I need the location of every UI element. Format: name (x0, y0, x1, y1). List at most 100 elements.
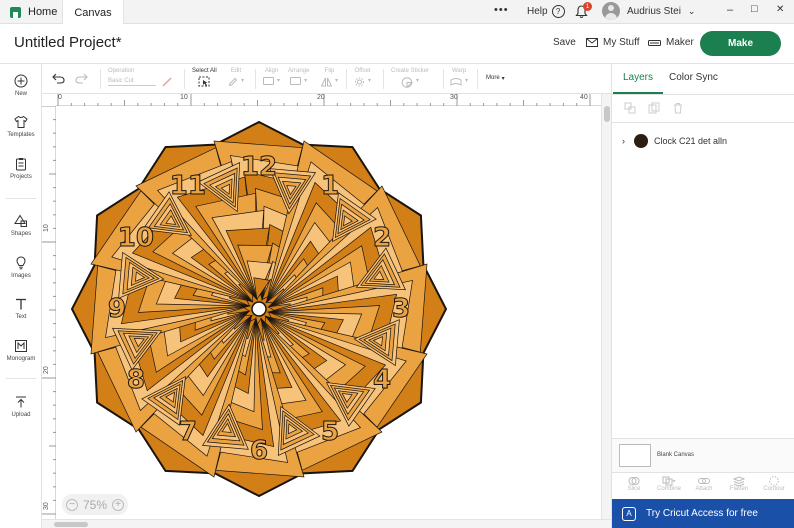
ruler-top-label: 0 (58, 94, 62, 101)
zoom-in-button[interactable]: + (112, 498, 124, 511)
blank-canvas-row[interactable]: Blank Canvas (612, 438, 794, 472)
flip-button[interactable]: Flip ▾ (321, 68, 338, 87)
toolbar-divider (255, 69, 256, 89)
sidebar-item-images[interactable]: Images (0, 256, 42, 279)
clock-mandala-design[interactable]: 121234567891011 (57, 107, 601, 519)
sidebar-item-label: Templates (7, 132, 35, 138)
warp-button[interactable]: Warp ▾ (450, 68, 468, 87)
ruler-left: 10 20 30 (42, 106, 56, 528)
save-button[interactable]: Save (553, 37, 576, 48)
ruler-left-label: 30 (43, 502, 50, 510)
tab-canvas[interactable]: Canvas (62, 0, 124, 25)
toolbar-divider (383, 69, 384, 89)
operation-control[interactable]: Operation Basic Cut (108, 68, 172, 87)
duplicate-icon[interactable] (648, 102, 660, 114)
redo-icon[interactable] (75, 73, 88, 84)
warp-icon (450, 78, 462, 86)
vertical-scroll-thumb[interactable] (604, 106, 610, 122)
tab-color-sync[interactable]: Color Sync (669, 72, 718, 83)
minimize-button[interactable]: – (727, 4, 733, 16)
horizontal-scroll-thumb[interactable] (54, 522, 88, 527)
project-title[interactable]: Untitled Project* (14, 34, 122, 51)
layers-panel: Layers Color Sync › Clock C21 det alln B… (611, 64, 794, 528)
more-label: More (486, 75, 500, 81)
cricut-access-icon: A (622, 506, 636, 521)
flatten-icon (733, 476, 745, 486)
notifications-button[interactable]: 1 (575, 2, 592, 20)
create-sticker-label: Create Sticker (391, 68, 430, 74)
sidebar-item-templates[interactable]: Templates (0, 115, 42, 138)
ruler-top-label: 20 (317, 94, 325, 101)
slice-button[interactable]: Slice (617, 476, 651, 492)
ruler-left-label: 20 (43, 366, 50, 374)
app-tab-bar: Home Canvas ••• Help ? 1 Audrius Stei ⌄ … (0, 0, 794, 25)
text-icon (16, 298, 26, 310)
machine-icon (648, 39, 661, 46)
sidebar-item-upload[interactable]: Upload (0, 395, 42, 418)
home-icon (10, 6, 21, 18)
ruler-left-ticks (42, 106, 56, 528)
undo-icon[interactable] (52, 73, 65, 84)
clock-number: 1 (321, 171, 339, 201)
attach-label: Attach (695, 486, 713, 492)
tab-home[interactable]: Home (0, 0, 62, 24)
sidebar-item-monogram[interactable]: Monogram (0, 339, 42, 362)
sidebar-item-label: Monogram (6, 356, 36, 362)
zoom-out-button[interactable]: − (66, 498, 78, 511)
more-button[interactable]: More ▾ (486, 75, 505, 82)
align-label: Align (264, 68, 279, 74)
notification-badge: 1 (583, 2, 592, 11)
zoom-level: 75% (82, 497, 108, 512)
select-all-button[interactable]: Select All (192, 68, 217, 87)
banner-label: Try Cricut Access for free (646, 508, 758, 519)
contour-button[interactable]: Contour (757, 476, 791, 492)
ruler-top-ticks (57, 94, 591, 106)
plus-circle-icon (14, 74, 28, 88)
maximize-button[interactable]: □ (751, 3, 758, 15)
layer-item[interactable]: › Clock C21 det alln (612, 130, 794, 152)
user-name: Audrius Stei (627, 5, 681, 17)
project-header: Untitled Project* Save My Stuff Maker Ma… (0, 24, 794, 64)
avatar (602, 2, 620, 20)
try-cricut-access-banner[interactable]: A Try Cricut Access for free (612, 499, 794, 528)
help-button[interactable]: Help ? (527, 5, 565, 18)
attach-button[interactable]: Attach (687, 476, 721, 492)
close-button[interactable]: ✕ (776, 4, 784, 15)
sidebar-item-new[interactable]: New (0, 74, 42, 97)
make-button[interactable]: Make (700, 31, 781, 56)
my-stuff-button[interactable]: My Stuff (586, 37, 640, 48)
edit-button[interactable]: Edit ▾ (228, 68, 244, 87)
help-label: Help (527, 6, 548, 17)
sidebar-divider (6, 198, 36, 199)
maker-button[interactable]: Maker (648, 37, 694, 48)
vertical-scrollbar[interactable] (601, 94, 611, 519)
group-icon[interactable] (624, 102, 636, 114)
blank-canvas-swatch[interactable] (619, 444, 651, 467)
arrange-label: Arrange (288, 68, 310, 74)
clock-number: 7 (179, 417, 197, 447)
sidebar-item-projects[interactable]: Projects (0, 157, 42, 180)
trash-icon[interactable] (672, 102, 684, 114)
combine-icon (662, 476, 676, 486)
user-menu[interactable]: Audrius Stei ⌄ (602, 2, 695, 20)
operation-select[interactable]: Basic Cut (108, 78, 156, 86)
more-options-icon[interactable]: ••• (494, 4, 509, 16)
sidebar-item-shapes[interactable]: Shapes (0, 214, 42, 237)
align-button[interactable]: Align ▾ (263, 68, 280, 85)
shirt-icon (14, 115, 28, 128)
arrange-button[interactable]: Arrange ▾ (288, 68, 309, 85)
caret-down-icon: ▾ (501, 76, 505, 82)
sidebar-item-text[interactable]: Text (0, 297, 42, 320)
tab-layers[interactable]: Layers (623, 72, 653, 83)
clock-number: 9 (108, 294, 126, 324)
flatten-button[interactable]: Flatten (722, 476, 756, 492)
design-canvas[interactable]: 12 1 2 3 4 5 6 7 8 9 10 11 (57, 107, 601, 519)
help-icon: ? (551, 5, 565, 18)
offset-button[interactable]: Offset ▾ (354, 68, 371, 87)
create-sticker-button[interactable]: Create Sticker ▾ (391, 68, 429, 88)
combine-button[interactable]: Combine (652, 476, 686, 492)
horizontal-scrollbar[interactable] (42, 519, 611, 528)
zoom-control: − 75% + (62, 494, 128, 515)
slice-icon (628, 477, 640, 485)
chevron-right-icon[interactable]: › (622, 136, 625, 146)
